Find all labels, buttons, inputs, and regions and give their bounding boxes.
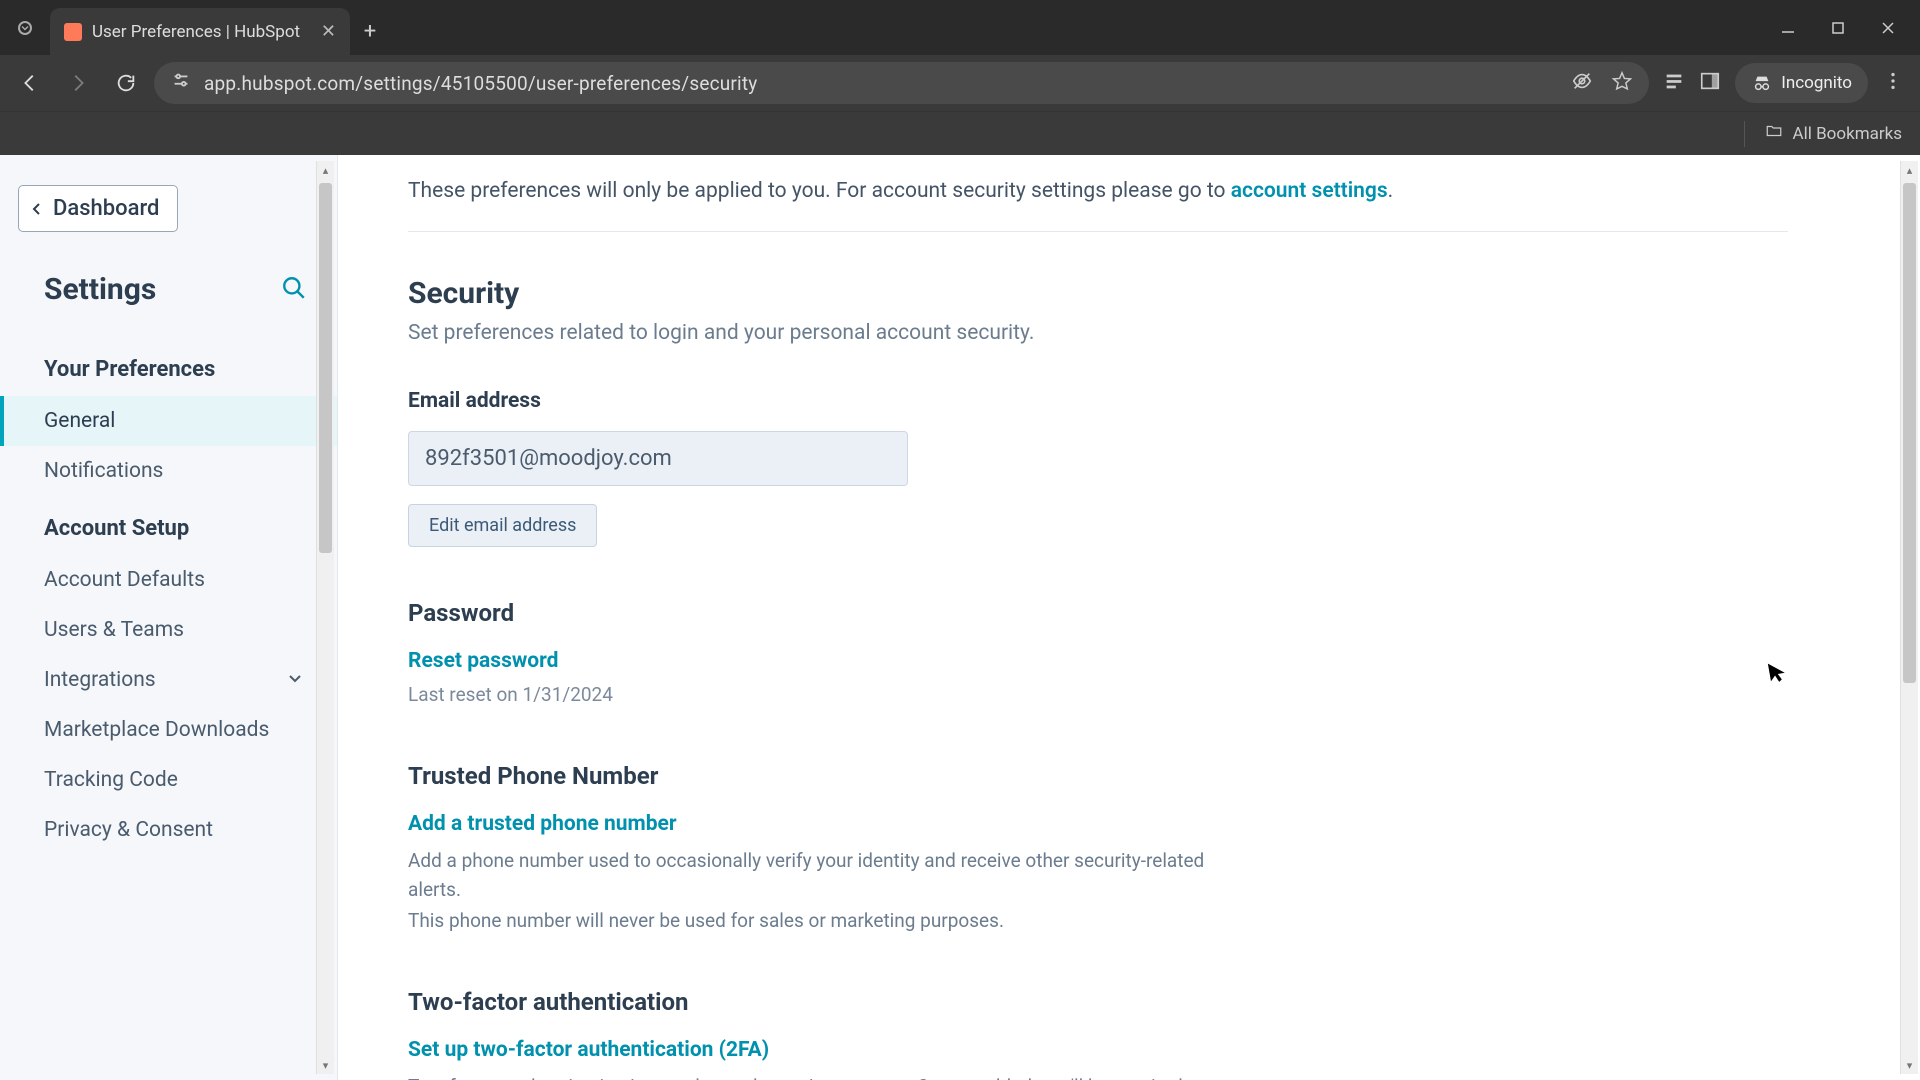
url-text: app.hubspot.com/settings/45105500/user-p… — [204, 72, 758, 95]
all-bookmarks-link[interactable]: All Bookmarks — [1793, 124, 1902, 144]
hubspot-favicon-icon — [64, 23, 82, 41]
security-subtitle: Set preferences related to login and you… — [408, 321, 1788, 345]
reset-password-link[interactable]: Reset password — [408, 649, 558, 673]
reading-list-icon[interactable] — [1663, 70, 1685, 96]
separator — [1744, 121, 1745, 147]
edit-email-button[interactable]: Edit email address — [408, 504, 597, 547]
tab-search-dropdown[interactable] — [0, 0, 50, 55]
settings-sidebar: Dashboard Settings Your Preferences Gene… — [0, 155, 338, 1080]
side-panel-icon[interactable] — [1699, 70, 1721, 96]
scroll-up-icon[interactable]: ▴ — [1901, 161, 1918, 179]
search-settings-button[interactable] — [281, 275, 307, 305]
sidebar-scrollbar[interactable]: ▴ ▾ — [316, 161, 334, 1074]
incognito-icon — [1751, 72, 1773, 94]
incognito-badge[interactable]: Incognito — [1735, 63, 1868, 103]
browser-titlebar: User Preferences | HubSpot ✕ + — [0, 0, 1920, 55]
eye-off-icon[interactable] — [1571, 70, 1593, 96]
twofa-desc: Two-factor authentication is an enhanced… — [408, 1072, 1238, 1080]
security-heading: Security — [408, 276, 1788, 311]
settings-main: These preferences will only be applied t… — [338, 155, 1920, 1080]
site-settings-icon[interactable] — [170, 70, 192, 96]
browser-tab-active[interactable]: User Preferences | HubSpot ✕ — [50, 8, 350, 55]
app-viewport: Dashboard Settings Your Preferences Gene… — [0, 155, 1920, 1080]
main-scrollbar[interactable]: ▴ ▾ — [1900, 161, 1918, 1074]
sidebar-item-integrations[interactable]: Integrations — [0, 655, 337, 705]
password-heading: Password — [408, 599, 1788, 627]
search-icon — [281, 275, 307, 301]
chevron-left-icon — [29, 201, 45, 217]
account-settings-link[interactable]: account settings — [1231, 179, 1388, 203]
sidebar-item-privacy-consent[interactable]: Privacy & Consent — [0, 805, 337, 855]
sidebar-item-marketplace-downloads[interactable]: Marketplace Downloads — [0, 705, 337, 755]
incognito-label: Incognito — [1781, 73, 1852, 93]
window-controls — [1780, 0, 1920, 55]
sidebar-item-notifications[interactable]: Notifications — [0, 446, 337, 496]
tab-title: User Preferences | HubSpot — [92, 22, 300, 42]
close-tab-icon[interactable]: ✕ — [321, 21, 336, 42]
bookmark-star-icon[interactable] — [1611, 70, 1633, 96]
sidebar-item-general[interactable]: General — [0, 396, 337, 446]
forward-button[interactable] — [58, 63, 98, 103]
reload-button[interactable] — [106, 63, 146, 103]
chevron-down-icon — [287, 668, 303, 692]
maximize-icon[interactable] — [1830, 20, 1846, 36]
sidebar-item-account-defaults[interactable]: Account Defaults — [0, 555, 337, 605]
scroll-up-icon[interactable]: ▴ — [317, 161, 334, 179]
trusted-phone-heading: Trusted Phone Number — [408, 762, 1788, 790]
preferences-note: These preferences will only be applied t… — [408, 179, 1788, 232]
sidebar-item-users-teams[interactable]: Users & Teams — [0, 605, 337, 655]
setup-2fa-link[interactable]: Set up two-factor authentication (2FA) — [408, 1038, 769, 1062]
back-button[interactable] — [10, 63, 50, 103]
bookmarks-bar: All Bookmarks — [0, 111, 1920, 155]
add-trusted-phone-link[interactable]: Add a trusted phone number — [408, 812, 677, 836]
address-bar[interactable]: app.hubspot.com/settings/45105500/user-p… — [154, 62, 1649, 104]
minimize-icon[interactable] — [1780, 20, 1796, 36]
new-tab-button[interactable]: + — [350, 8, 390, 55]
scrollbar-thumb[interactable] — [1903, 183, 1916, 683]
sidebar-section-account-setup: Account Setup — [0, 496, 337, 555]
trusted-phone-desc-1: Add a phone number used to occasionally … — [408, 846, 1238, 905]
password-last-reset: Last reset on 1/31/2024 — [408, 681, 1788, 710]
sidebar-section-your-preferences: Your Preferences — [0, 337, 337, 396]
email-label: Email address — [408, 389, 1788, 413]
back-label: Dashboard — [53, 196, 159, 221]
settings-title: Settings — [44, 272, 156, 307]
back-to-dashboard-button[interactable]: Dashboard — [18, 185, 178, 232]
scroll-down-icon[interactable]: ▾ — [1901, 1056, 1918, 1074]
twofa-heading: Two-factor authentication — [408, 988, 1788, 1016]
sidebar-item-tracking-code[interactable]: Tracking Code — [0, 755, 337, 805]
kebab-menu-icon[interactable] — [1882, 70, 1904, 96]
scrollbar-thumb[interactable] — [319, 183, 332, 553]
chevron-down-icon — [18, 21, 32, 35]
email-value: 892f3501@moodjoy.com — [408, 431, 908, 486]
trusted-phone-desc-2: This phone number will never be used for… — [408, 906, 1238, 935]
browser-toolbar: app.hubspot.com/settings/45105500/user-p… — [0, 55, 1920, 111]
close-window-icon[interactable] — [1880, 20, 1896, 36]
folder-icon — [1765, 122, 1783, 145]
scroll-down-icon[interactable]: ▾ — [317, 1056, 334, 1074]
